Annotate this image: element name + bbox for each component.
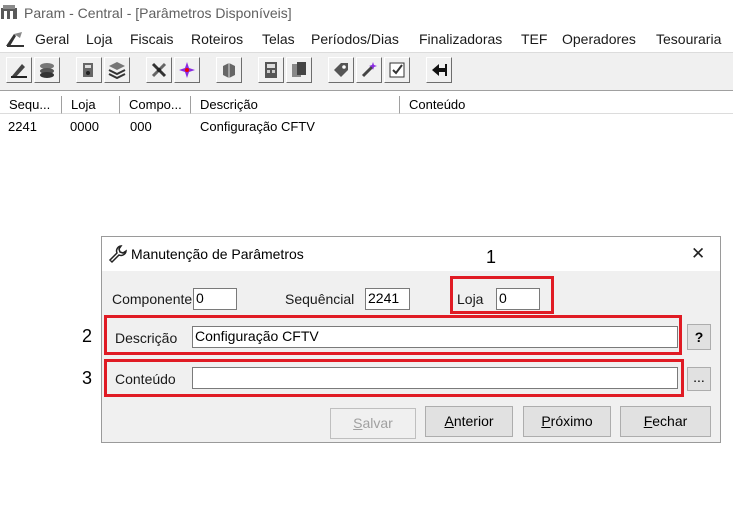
menu-telas[interactable]: Telas	[262, 31, 295, 47]
menu-operadores[interactable]: Operadores	[562, 31, 636, 47]
highlight-box-conteudo	[104, 359, 684, 397]
cell-seq: 2241	[8, 119, 37, 134]
column-header-seq[interactable]: Sequ...	[0, 96, 62, 114]
column-header-conteudo[interactable]: Conteúdo	[400, 96, 733, 114]
annotation-number-2: 2	[82, 326, 93, 346]
toolbar-treasury-button[interactable]	[328, 57, 354, 83]
column-header-loja[interactable]: Loja	[62, 96, 120, 114]
highlight-box-loja	[450, 276, 554, 314]
toolbar-routes-button[interactable]	[104, 57, 130, 83]
table-row[interactable]: 2241 0000 000 Configuração CFTV	[0, 116, 733, 136]
save-button[interactable]: Salvar	[330, 408, 416, 439]
menu-bar: Geral Loja Fiscais Roteiros Telas Períod…	[0, 26, 733, 52]
documents-icon	[292, 62, 306, 77]
menu-periodos-dias[interactable]: Períodos/Dias	[311, 31, 399, 47]
toolbar-fiscal-button[interactable]	[76, 57, 102, 83]
sequencial-field[interactable]: 2241	[365, 288, 410, 310]
layers-icon	[108, 62, 126, 79]
menu-roteiros[interactable]: Roteiros	[191, 31, 243, 47]
menu-tef[interactable]: TEF	[521, 31, 547, 47]
tools-icon	[151, 62, 167, 78]
toolbar-general-button[interactable]	[6, 57, 32, 83]
cell-componente: 000	[130, 119, 152, 134]
next-button[interactable]: Próximo	[523, 406, 611, 437]
toolbar-check-button[interactable]	[384, 57, 410, 83]
toolbar-finalizers-button[interactable]	[216, 57, 242, 83]
dialog-title: Manutenção de Parâmetros	[131, 246, 304, 262]
cell-loja: 0000	[70, 119, 99, 134]
printer-icon	[83, 63, 93, 77]
annotation-number-1: 1	[486, 247, 497, 267]
toolbar-store-button[interactable]	[34, 57, 60, 83]
calculator-icon	[265, 62, 277, 78]
box-icon	[223, 63, 235, 78]
toolbar-edit-button[interactable]	[356, 57, 382, 83]
pen-icon	[11, 64, 27, 78]
menu-loja[interactable]: Loja	[86, 31, 112, 47]
previous-button[interactable]: Anterior	[425, 406, 513, 437]
componente-field[interactable]: 0	[193, 288, 237, 310]
toolbar-operators-button[interactable]	[286, 57, 312, 83]
wand-icon	[361, 62, 377, 78]
toolbar-tef-button[interactable]	[258, 57, 284, 83]
sparkle-icon	[179, 62, 195, 78]
browse-button[interactable]: ...	[687, 367, 711, 391]
annotation-number-3: 3	[82, 368, 93, 388]
close-button[interactable]: Fechar	[620, 406, 711, 437]
dialog-title-bar: Manutenção de Parâmetros ✕	[102, 237, 720, 271]
column-header-descricao[interactable]: Descrição	[191, 96, 400, 114]
menu-finalizadoras[interactable]: Finalizadoras	[419, 31, 502, 47]
system-menu-icon[interactable]	[4, 30, 28, 48]
column-header-componente[interactable]: Compo...	[120, 96, 191, 114]
tag-icon	[334, 63, 348, 77]
window-title: Param - Central - [Parâmetros Disponívei…	[24, 5, 292, 21]
checklist-icon	[389, 62, 405, 78]
toolbar-screens-button[interactable]	[146, 57, 172, 83]
toolbar	[0, 52, 733, 91]
menu-tesouraria[interactable]: Tesouraria	[656, 31, 721, 47]
highlight-box-descricao	[104, 315, 682, 355]
help-button[interactable]: ?	[687, 324, 711, 350]
menu-fiscais[interactable]: Fiscais	[130, 31, 174, 47]
cell-descricao: Configuração CFTV	[200, 119, 315, 134]
close-icon[interactable]: ✕	[691, 244, 705, 264]
title-bar: Param - Central - [Parâmetros Disponívei…	[0, 0, 733, 26]
exit-arrow-icon	[432, 64, 447, 76]
menu-geral[interactable]: Geral	[35, 31, 69, 47]
app-icon	[1, 5, 17, 19]
toolbar-periods-button[interactable]	[174, 57, 200, 83]
wrench-icon	[108, 245, 127, 264]
componente-label: Componente	[112, 291, 193, 307]
toolbar-exit-button[interactable]	[426, 57, 452, 83]
sequencial-label: Sequêncial	[285, 291, 355, 307]
stack-icon	[40, 63, 54, 78]
